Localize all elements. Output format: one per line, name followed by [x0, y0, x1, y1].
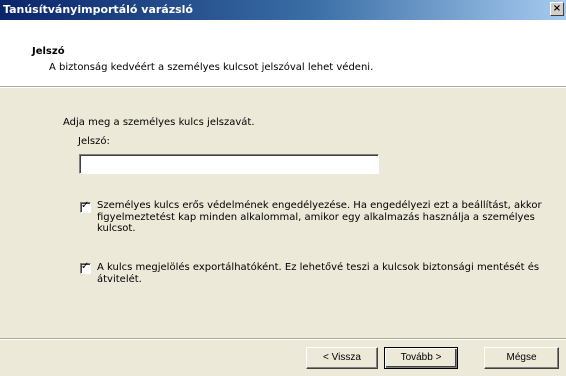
password-field[interactable]: [79, 154, 379, 174]
page-subtitle: A biztonság kedvéért a személyes kulcsot…: [49, 62, 374, 73]
password-label: Jelszó:: [78, 136, 110, 147]
close-icon: ×: [552, 3, 562, 14]
title-bar: Tanúsítványimportáló varázsló ×: [0, 0, 566, 20]
exportable-key-checkbox[interactable]: ✓: [80, 261, 91, 274]
next-button[interactable]: Tovább >: [384, 347, 458, 369]
instruction-text: Adja meg a személyes kulcs jelszavát.: [63, 117, 255, 128]
footer-divider: [0, 338, 566, 340]
strong-protection-label: Személyes kulcs erős védelmének engedély…: [97, 200, 542, 234]
window-title: Tanúsítványimportáló varázsló: [3, 3, 193, 16]
check-icon: ✓: [81, 200, 90, 211]
check-icon: ✓: [81, 261, 90, 272]
header-divider: [0, 86, 566, 88]
page-title: Jelszó: [32, 46, 65, 57]
wizard-header: Jelszó A biztonság kedvéért a személyes …: [0, 20, 566, 86]
cancel-button[interactable]: Mégse: [484, 347, 559, 369]
exportable-key-label: A kulcs megjelölés exportálhatóként. Ez …: [97, 262, 540, 285]
back-button[interactable]: < Vissza: [306, 347, 378, 369]
close-button[interactable]: ×: [550, 2, 564, 16]
strong-protection-checkbox[interactable]: ✓: [80, 200, 91, 213]
